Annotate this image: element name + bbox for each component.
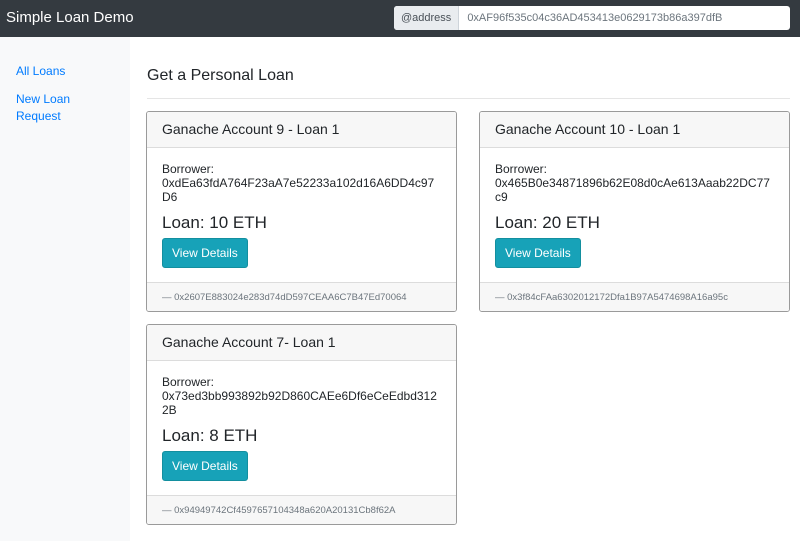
loan-card: Ganache Account 10 - Loan 1 Borrower: 0x… [479, 111, 790, 312]
card-header: Ganache Account 9 - Loan 1 [147, 112, 456, 148]
loan-card: Ganache Account 9 - Loan 1 Borrower: 0xd… [146, 111, 457, 312]
card-footer: — 0x2607E883024e283d74dD597CEAA6C7B47Ed7… [147, 282, 456, 311]
address-input[interactable]: 0xAF96f535c04c36AD453413e0629173b86a397d… [459, 6, 722, 30]
sidebar-item-new-loan-request[interactable]: New Loan Request [16, 91, 76, 125]
divider [147, 98, 790, 99]
loan-amount: Loan: 10 ETH [162, 213, 267, 232]
card-footer: — 0x94949742Cf4597657104348a620A20131Cb8… [147, 495, 456, 524]
loan-amount: Loan: 8 ETH [162, 426, 258, 445]
sidebar-item-all-loans[interactable]: All Loans [16, 63, 96, 80]
borrower-label: Borrower: [162, 162, 215, 176]
card-header: Ganache Account 7- Loan 1 [147, 325, 456, 361]
card-header: Ganache Account 10 - Loan 1 [480, 112, 789, 148]
loan-card: Ganache Account 7- Loan 1 Borrower: 0x73… [146, 324, 457, 525]
card-footer: — 0x3f84cFAa6302012172Dfa1B97A5474698A16… [480, 282, 789, 311]
navbar: Simple Loan Demo @address 0xAF96f535c04c… [0, 0, 800, 37]
borrower-label: Borrower: [162, 375, 215, 389]
borrower-address: 0x73ed3bb993892b92D860CAEe6Df6eCeEdbd312… [162, 389, 437, 417]
borrower-label: Borrower: [495, 162, 548, 176]
page-title: Get a Personal Loan [147, 67, 294, 84]
brand[interactable]: Simple Loan Demo [6, 9, 134, 26]
view-details-button[interactable]: View Details [162, 238, 248, 268]
address-prefix: @address [394, 6, 460, 30]
view-details-button[interactable]: View Details [162, 451, 248, 481]
address-input-group[interactable]: @address 0xAF96f535c04c36AD453413e062917… [394, 6, 790, 30]
sidebar: All Loans New Loan Request [0, 37, 130, 541]
loan-amount: Loan: 20 ETH [495, 213, 600, 232]
borrower-address: 0xdEa63fdA764F23aA7e52233a102d16A6DD4c97… [162, 176, 435, 204]
view-details-button[interactable]: View Details [495, 238, 581, 268]
borrower-address: 0x465B0e34871896b62E08d0cAe613Aaab22DC77… [495, 176, 770, 204]
